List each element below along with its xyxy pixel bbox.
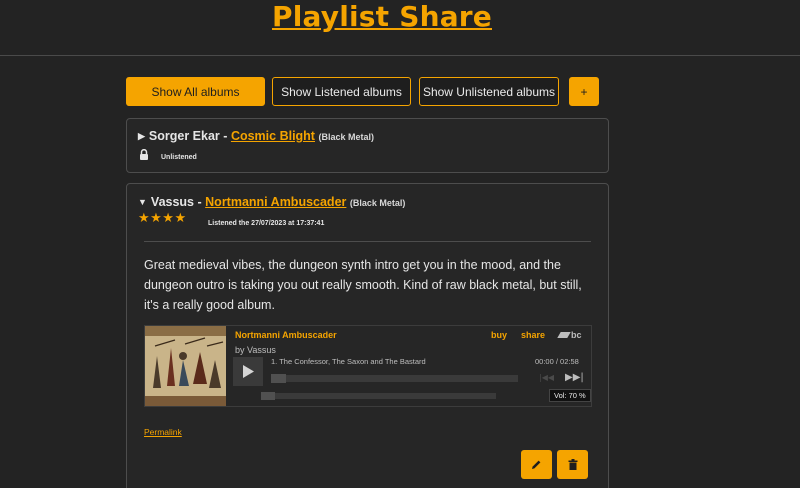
bandcamp-brand: bc <box>571 330 582 340</box>
album-title-link[interactable]: Cosmic Blight <box>231 129 315 143</box>
volume-label: Vol: 70 % <box>549 389 591 402</box>
artist-name: Sorger Ekar <box>148 129 220 143</box>
volume-slider[interactable] <box>261 392 496 400</box>
album-card: ▼ Vassus - Nortmanni Ambuscader (Black Me… <box>126 183 609 488</box>
player-album-title[interactable]: Nortmanni Ambuscader <box>235 330 337 340</box>
add-album-button[interactable]: + <box>569 77 599 106</box>
album-title-link[interactable]: Nortmanni Ambuscader <box>205 195 346 209</box>
progress-handle[interactable] <box>271 374 286 383</box>
play-button[interactable] <box>233 357 263 386</box>
permalink-link[interactable]: Permalink <box>144 427 182 437</box>
player-time: 00:00 / 02:58 <box>535 357 579 366</box>
header: Playlist Share <box>0 0 800 56</box>
star-rating: ★★★★ <box>138 211 187 226</box>
album-card: ▶ Sorger Ekar - Cosmic Blight (Black Meta… <box>126 118 609 173</box>
status-badge: Unlistened <box>161 154 197 161</box>
expanded-arrow-icon[interactable]: ▼ <box>138 197 147 207</box>
artist-name: Vassus <box>150 195 195 209</box>
trash-icon <box>568 459 577 470</box>
review-text: Great medieval vibes, the dungeon synth … <box>144 258 582 312</box>
bandcamp-logo-icon[interactable]: bc <box>557 330 582 340</box>
volume-handle[interactable] <box>261 392 275 400</box>
player-artist: by Vassus <box>235 345 276 355</box>
bandcamp-player: Nortmanni Ambuscader buy share bc by Vas… <box>144 325 592 407</box>
album-genre: (Black Metal) <box>318 132 374 142</box>
previous-track-icon[interactable]: |◀◀ <box>539 373 554 382</box>
collapsed-arrow-icon[interactable]: ▶ <box>138 131 145 141</box>
separator: - <box>197 195 202 209</box>
album-header[interactable]: ▼ Vassus - Nortmanni Ambuscader (Black Me… <box>138 195 405 209</box>
player-share-link[interactable]: share <box>521 330 545 340</box>
edit-button[interactable] <box>521 450 552 479</box>
album-header[interactable]: ▶ Sorger Ekar - Cosmic Blight (Black Meta… <box>138 129 374 143</box>
album-genre: (Black Metal) <box>349 198 406 208</box>
album-cover-art <box>145 326 226 406</box>
listened-timestamp: Listened the 27/07/2023 at 17:37:41 <box>208 220 325 227</box>
show-all-albums-button[interactable]: Show All albums <box>126 77 265 106</box>
track-progress-bar[interactable] <box>271 374 518 383</box>
player-track-title: 1. The Confessor, The Saxon and The Bast… <box>271 357 426 366</box>
separator: - <box>223 129 228 143</box>
play-icon <box>243 365 254 378</box>
lock-icon <box>140 149 148 160</box>
show-listened-albums-button[interactable]: Show Listened albums <box>272 77 411 106</box>
pencil-icon <box>532 460 541 469</box>
show-unlistened-albums-button[interactable]: Show Unlistened albums <box>419 77 559 106</box>
site-title[interactable]: Playlist Share <box>272 0 492 33</box>
delete-button[interactable] <box>557 450 588 479</box>
next-track-icon[interactable]: ▶▶| <box>565 372 584 383</box>
player-buy-link[interactable]: buy <box>491 330 507 340</box>
divider <box>144 241 591 242</box>
